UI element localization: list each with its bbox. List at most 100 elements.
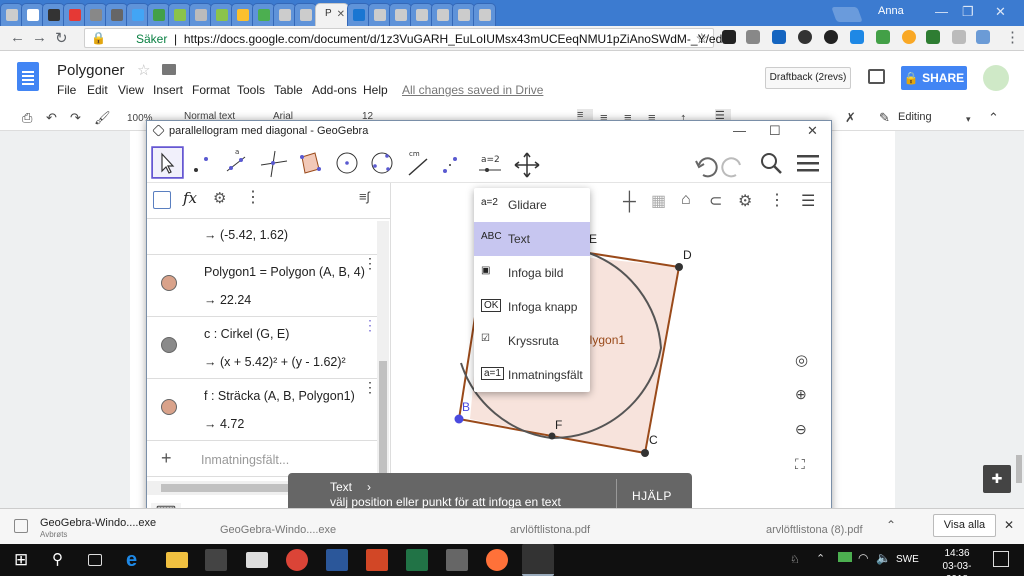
algebra-row[interactable]: c : Cirkel (G, E) → (x + 5.42)² + (y - 1… <box>147 317 377 379</box>
extension-icon[interactable] <box>976 30 990 44</box>
browser-tab[interactable] <box>147 3 170 26</box>
show-all-button[interactable]: Visa alla <box>933 514 996 537</box>
standard-view-icon[interactable]: ◎ <box>795 351 808 369</box>
download-item[interactable]: arvlöftlistona.pdf <box>510 524 590 536</box>
move-tool[interactable] <box>152 147 183 178</box>
language-indicator[interactable]: SWE <box>896 554 919 565</box>
mail-icon[interactable] <box>246 552 268 568</box>
help-button[interactable]: HJÄLP <box>632 489 672 503</box>
battery-icon[interactable] <box>838 552 852 562</box>
menu-format[interactable]: Format <box>192 83 230 97</box>
polygon-tool[interactable] <box>294 149 326 181</box>
comments-icon[interactable] <box>868 69 885 84</box>
browser-tab[interactable] <box>294 3 317 26</box>
excel-icon[interactable] <box>406 549 428 571</box>
submenu-item-infoga-knapp[interactable]: OK Infoga knapp <box>474 290 590 324</box>
search-icon[interactable]: ⚲ <box>52 549 74 571</box>
browser-tab[interactable] <box>252 3 275 26</box>
draftback-button[interactable]: Draftback (2revs) <box>765 67 851 89</box>
move-view-tool[interactable] <box>511 149 543 181</box>
extension-icon[interactable] <box>850 30 864 44</box>
submenu-item-infoga-bild[interactable]: ▣ Infoga bild <box>474 256 590 290</box>
submenu-item-text[interactable]: ABC Text <box>474 222 590 256</box>
docs-logo-icon[interactable] <box>17 62 39 91</box>
fullscreen-icon[interactable]: ⛶ <box>795 456 805 473</box>
redo-icon[interactable] <box>722 149 754 181</box>
chrome-menu-icon[interactable]: ⋮ <box>1005 28 1020 46</box>
browser-tab[interactable] <box>231 3 254 26</box>
input-field[interactable]: Inmatningsfält... <box>201 453 289 467</box>
back-icon[interactable]: ← <box>10 29 25 46</box>
settings-icon[interactable]: ⚙ <box>213 189 226 207</box>
extension-icon[interactable] <box>746 30 760 44</box>
slider-tool[interactable] <box>474 149 506 181</box>
chevron-up-icon[interactable]: ⌃ <box>988 110 999 126</box>
explorer-icon[interactable] <box>166 552 188 568</box>
drive-icon[interactable] <box>926 30 940 44</box>
settings-icon[interactable]: ⚙ <box>738 191 752 211</box>
axes-icon[interactable]: ┼ <box>623 191 636 212</box>
maximize-icon[interactable]: ☐ <box>769 123 781 139</box>
extension-icon[interactable] <box>798 30 812 44</box>
tab-close-icon[interactable]: ✕ <box>337 9 345 20</box>
reload-icon[interactable]: ↻ <box>55 29 68 47</box>
visibility-toggle[interactable] <box>161 337 177 353</box>
browser-tab[interactable] <box>210 3 233 26</box>
scroll-thumb[interactable] <box>161 484 291 492</box>
grid-icon[interactable]: ▦ <box>651 191 666 211</box>
toggle-stylebar-icon[interactable]: ☰ <box>801 191 815 211</box>
edge-icon[interactable]: e <box>126 549 148 571</box>
submenu-item-kryssruta[interactable]: ☑ Kryssruta <box>474 324 590 358</box>
store-icon[interactable] <box>205 549 227 571</box>
browser-tab[interactable] <box>389 3 412 26</box>
chrome-icon[interactable] <box>286 549 308 571</box>
menu-file[interactable]: File <box>57 83 76 97</box>
notifications-icon[interactable] <box>993 551 1009 567</box>
firefox-icon[interactable] <box>486 549 508 571</box>
browser-tab[interactable] <box>189 3 212 26</box>
pencil-icon[interactable]: ✎ <box>879 110 890 126</box>
browser-tab[interactable] <box>84 3 107 26</box>
paint-format-icon[interactable]: 🖌 <box>94 110 111 126</box>
chevron-up-icon[interactable]: ⌃ <box>886 518 896 532</box>
menu-view[interactable]: View <box>118 83 144 97</box>
profile-name[interactable]: Anna <box>878 5 904 17</box>
input-bar[interactable]: + Inmatningsfält... <box>147 441 377 477</box>
undo-icon[interactable]: ↶ <box>46 110 57 126</box>
minimize-icon[interactable]: — <box>935 4 948 19</box>
menu-tools[interactable]: Tools <box>237 83 265 97</box>
geogebra-taskbar-icon[interactable] <box>522 544 554 576</box>
powerpoint-icon[interactable] <box>366 549 388 571</box>
forward-icon[interactable]: → <box>32 29 47 46</box>
editing-mode-select[interactable]: Editing <box>898 111 932 123</box>
clock[interactable]: 14:36 03-03-2018 <box>937 547 977 586</box>
transform-tool[interactable] <box>437 149 469 181</box>
point-capture-icon[interactable]: ⊂ <box>709 191 722 211</box>
point-tool[interactable] <box>187 149 219 181</box>
star-icon[interactable]: ☆ <box>137 61 150 79</box>
conic-tool[interactable] <box>366 149 398 181</box>
browser-tab[interactable] <box>473 3 496 26</box>
explore-icon[interactable]: ✚ <box>983 465 1011 493</box>
extension-icon[interactable] <box>952 30 966 44</box>
circle-tool[interactable] <box>331 149 363 181</box>
search-icon[interactable] <box>754 149 786 181</box>
browser-tab[interactable] <box>347 3 370 26</box>
perpendicular-tool[interactable] <box>257 149 289 181</box>
wifi-icon[interactable]: ◠ <box>858 551 868 565</box>
minimize-icon[interactable]: — <box>733 123 746 138</box>
folder-icon[interactable] <box>162 64 176 75</box>
browser-tab[interactable] <box>368 3 391 26</box>
undo-icon[interactable] <box>687 149 719 181</box>
url-text[interactable]: Säker | https://docs.google.com/document… <box>136 32 735 46</box>
menu-icon[interactable] <box>791 149 823 181</box>
menu-insert[interactable]: Insert <box>153 83 183 97</box>
windows-start-icon[interactable]: ⊞ <box>14 549 36 571</box>
kebab-icon[interactable]: ⋮ <box>769 190 785 210</box>
algebra-row[interactable]: Polygon1 = Polygon (A, B, 4) → 22.24 ⋮ <box>147 255 377 317</box>
redo-icon[interactable]: ↷ <box>70 110 81 126</box>
algebra-row[interactable]: → (-5.42, 1.62) <box>147 219 377 255</box>
point-d[interactable] <box>675 263 683 271</box>
restore-icon[interactable]: ❐ <box>962 4 974 20</box>
browser-tab[interactable] <box>63 3 86 26</box>
